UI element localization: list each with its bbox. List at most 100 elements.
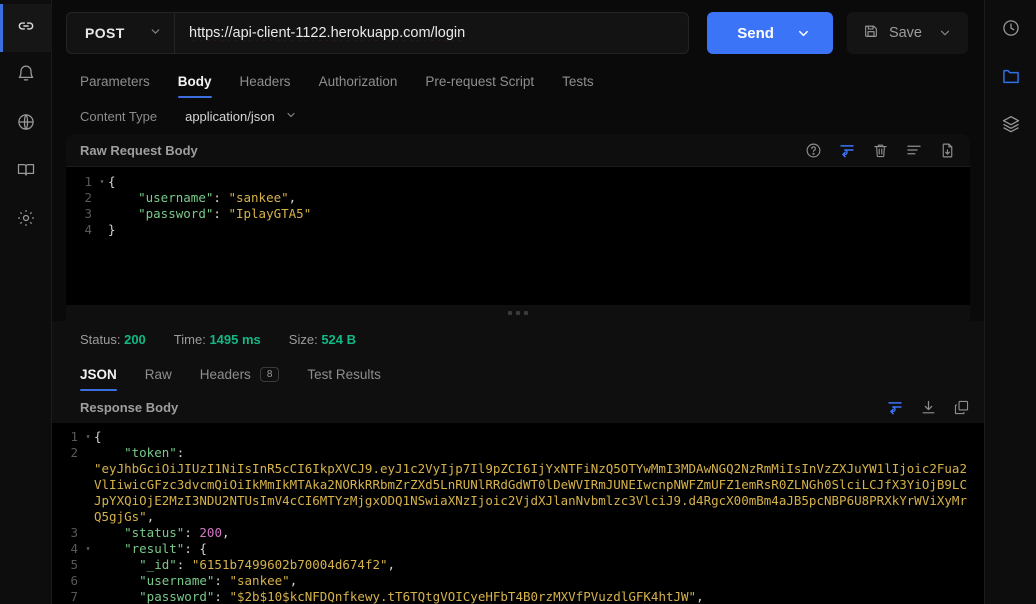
response-tab-json[interactable]: JSON — [66, 367, 131, 391]
layers-icon — [1001, 114, 1021, 139]
fold-toggle-icon[interactable]: ▾ — [82, 429, 94, 445]
sidebar-item-settings[interactable] — [0, 196, 52, 244]
handle-dot — [508, 311, 512, 315]
tab-authorization[interactable]: Authorization — [305, 74, 412, 98]
request-body-editor[interactable]: 1 ▾{2 "username": "sankee", 3 "password": … — [66, 167, 970, 305]
code-token: "password" — [138, 206, 214, 221]
line-number: 5 — [70, 557, 78, 572]
gear-icon — [16, 208, 36, 233]
line-number: 4 — [84, 222, 92, 237]
response-status-bar: Status: 200 Time: 1495 ms Size: 524 B — [52, 321, 984, 357]
content-type-select[interactable]: application/json — [185, 109, 297, 124]
save-button[interactable]: Save — [846, 12, 968, 54]
sidebar-item-requests[interactable] — [0, 4, 52, 52]
response-tab-raw[interactable]: Raw — [131, 367, 186, 391]
request-url-input[interactable]: https://api-client-1122.herokuapp.com/lo… — [174, 12, 690, 54]
code-text: { — [94, 429, 984, 445]
globe-icon — [16, 112, 36, 137]
format-icon[interactable] — [905, 141, 923, 159]
fold-toggle-icon — [82, 445, 94, 525]
code-token: "eyJhbGciOiJIUzI1NiIsInR5cCI6IkpXVCJ9.ey… — [94, 461, 967, 524]
code-token: { — [108, 174, 116, 189]
panel-layers[interactable] — [985, 102, 1036, 150]
code-token: , — [387, 557, 396, 572]
tab-parameters[interactable]: Parameters — [66, 74, 164, 98]
tab-headers[interactable]: Headers — [226, 74, 305, 98]
sidebar-item-environments[interactable] — [0, 100, 52, 148]
response-tab-test-results[interactable]: Test Results — [293, 367, 395, 391]
file-add-icon[interactable] — [939, 142, 956, 159]
code-line: 7 "password": "$2b$10$kcNFDQnfkewy.tT6TQ… — [52, 589, 984, 604]
download-icon[interactable] — [920, 399, 937, 416]
code-token: : — [184, 525, 200, 540]
code-token: "token" — [124, 445, 177, 460]
code-text: "username": "sankee", — [94, 573, 984, 589]
code-token: "$2b$10$kcNFDQnfkewy.tT6TQtgVOICyeHFbT4B… — [229, 589, 697, 604]
wrap-text-icon[interactable] — [838, 141, 856, 159]
code-text: "username": "sankee", — [108, 190, 970, 206]
bell-icon — [16, 64, 36, 89]
tab-pre-request-script[interactable]: Pre-request Script — [411, 74, 548, 98]
code-token: , — [696, 589, 704, 604]
trash-icon[interactable] — [872, 142, 889, 159]
response-body-viewer[interactable]: 1 ▾{2 "token": "eyJhbGciOiJIUzI1NiIsInR5c… — [52, 423, 984, 604]
line-number: 1 — [70, 429, 78, 444]
panel-collections[interactable] — [985, 54, 1036, 102]
code-text: } — [108, 222, 970, 238]
handle-dot — [516, 311, 520, 315]
line-number: 4 — [70, 541, 78, 556]
book-icon — [16, 160, 36, 185]
pane-resize-handle[interactable] — [66, 305, 970, 321]
line-number: 7 — [70, 589, 78, 604]
fold-toggle-icon[interactable]: ▾ — [96, 174, 108, 190]
content-type-row: Content Type application/json — [52, 98, 984, 134]
code-token: : — [176, 445, 185, 460]
code-token: "result" — [124, 541, 185, 556]
code-line: 4 ▾ "result": { — [52, 541, 984, 557]
code-token: : — [213, 190, 229, 205]
right-sidebar — [984, 0, 1036, 604]
code-line: 5 "_id": "6151b7499602b70004d674f2", — [52, 557, 984, 573]
response-tab-headers[interactable]: Headers 8 — [186, 367, 294, 391]
code-token: , — [289, 573, 298, 588]
fold-toggle-icon[interactable]: ▾ — [82, 541, 94, 557]
raw-request-body-title: Raw Request Body — [80, 142, 198, 158]
time-value: 1495 ms — [209, 331, 261, 347]
raw-request-body-header: Raw Request Body — [66, 134, 970, 167]
response-body-title: Response Body — [80, 399, 179, 415]
wrap-text-icon[interactable] — [886, 398, 904, 416]
sidebar-item-docs[interactable] — [0, 148, 52, 196]
line-number: 2 — [84, 190, 92, 205]
tab-tests[interactable]: Tests — [548, 74, 608, 98]
code-text: "password": "$2b$10$kcNFDQnfkewy.tT6TQtg… — [94, 589, 984, 604]
panel-history[interactable] — [985, 6, 1036, 54]
code-token: "6151b7499602b70004d674f2" — [191, 557, 388, 572]
http-method-select[interactable]: POST — [66, 12, 174, 54]
chevron-down-icon — [285, 109, 297, 124]
help-icon[interactable] — [805, 142, 822, 159]
code-text: "_id": "6151b7499602b70004d674f2", — [94, 557, 984, 573]
save-options-chevron-down-icon[interactable] — [938, 26, 952, 40]
send-options-chevron-down-icon[interactable] — [796, 26, 833, 41]
clock-icon — [1001, 18, 1021, 43]
line-number: 1 — [84, 174, 92, 189]
left-sidebar — [0, 0, 52, 604]
code-token: 200 — [199, 525, 222, 540]
code-token: "username" — [138, 190, 214, 205]
copy-icon[interactable] — [953, 399, 970, 416]
code-token: : { — [184, 541, 207, 556]
tab-body[interactable]: Body — [164, 74, 226, 98]
code-token: "_id" — [139, 557, 177, 572]
send-button[interactable]: Send — [707, 12, 833, 54]
fold-toggle-icon — [82, 573, 94, 589]
fold-toggle-icon — [96, 206, 108, 222]
code-token: "status" — [124, 525, 185, 540]
handle-dot — [524, 311, 528, 315]
code-line: 1 ▾{ — [66, 174, 970, 190]
response-body-toolbar — [886, 398, 970, 416]
code-token: : — [213, 206, 229, 221]
sidebar-item-alerts[interactable] — [0, 52, 52, 100]
code-text: "result": { — [94, 541, 984, 557]
